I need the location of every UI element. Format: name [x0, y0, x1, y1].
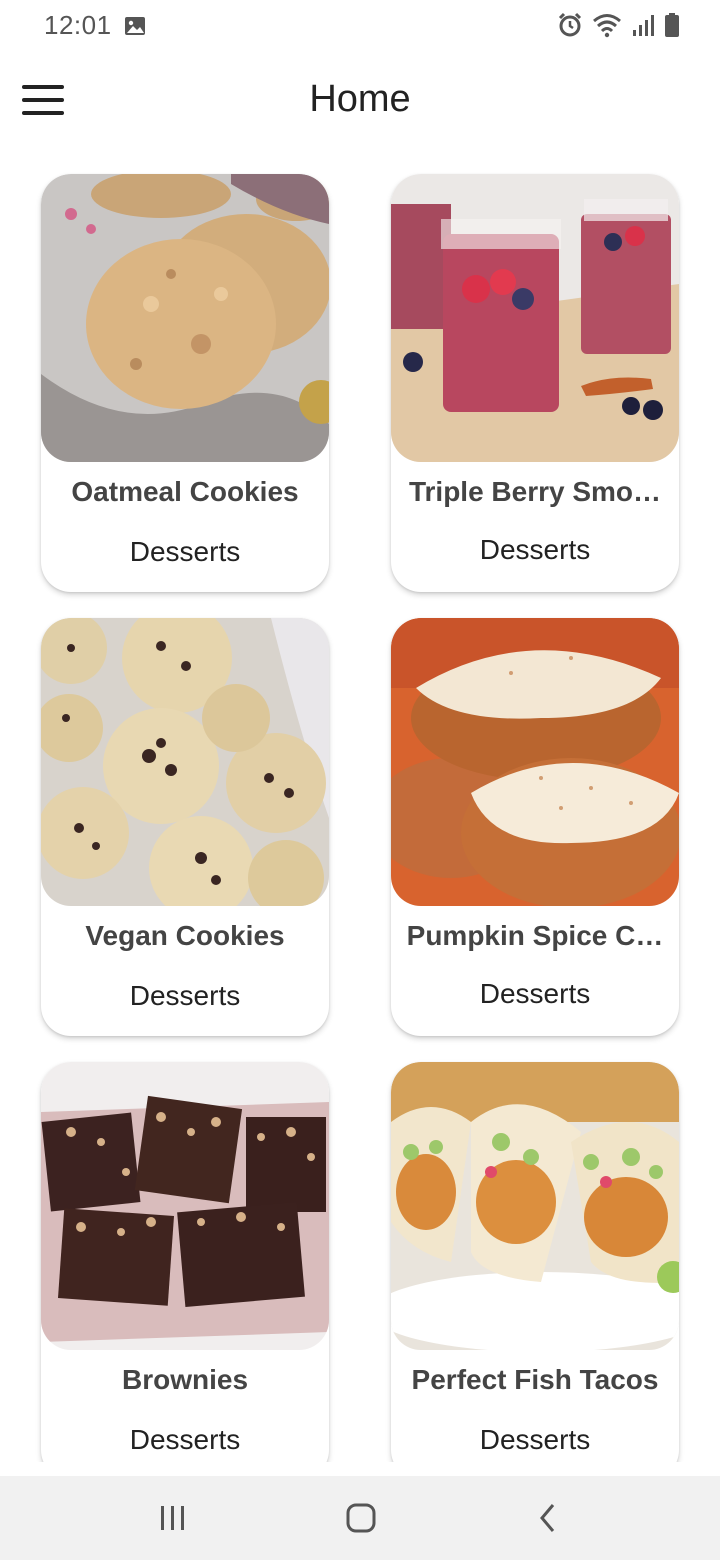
signal-icon [633, 15, 654, 36]
triple-berry-smoothie-photo [391, 174, 679, 462]
recipe-card-triple-berry-smoothie[interactable]: Triple Berry Smo… Desserts [391, 174, 679, 592]
recipe-card-vegan-cookies[interactable]: Vegan Cookies Desserts [41, 618, 329, 1036]
status-time: 12:01 [44, 10, 112, 40]
brownies-photo [41, 1062, 329, 1350]
recipe-category: Desserts [129, 1424, 241, 1455]
recipe-category: Desserts [129, 980, 241, 1011]
app-bar: Home [0, 60, 720, 140]
recent-apps-icon[interactable] [143, 1494, 203, 1542]
battery-icon [665, 13, 679, 37]
recipe-category: Desserts [479, 534, 591, 565]
recipe-card-oatmeal-cookies[interactable]: Oatmeal Cookies Desserts [41, 174, 329, 592]
status-icons [558, 12, 680, 38]
image-icon [125, 17, 145, 35]
recipe-category: Desserts [479, 978, 591, 1009]
pumpkin-spice-cookies-photo [391, 618, 679, 906]
recipe-title: Vegan Cookies [85, 920, 285, 951]
home-icon[interactable] [331, 1494, 391, 1542]
recipe-card-fish-tacos[interactable]: Perfect Fish Tacos Desserts [391, 1062, 679, 1462]
back-icon[interactable] [518, 1494, 578, 1542]
page-title: Home [309, 78, 411, 120]
recipe-grid: Oatmeal Cookies Desserts Triple Berry Sm… [0, 172, 720, 1462]
alarm-icon [558, 12, 582, 37]
recipe-title: Oatmeal Cookies [71, 476, 299, 507]
system-nav-bar [0, 1476, 720, 1560]
fish-tacos-photo [391, 1062, 679, 1350]
wifi-icon [593, 14, 621, 38]
recipe-title: Brownies [121, 1364, 249, 1395]
recipe-card-pumpkin-spice-cookies[interactable]: Pumpkin Spice C… Desserts [391, 618, 679, 1036]
recipe-title: Perfect Fish Tacos [411, 1364, 659, 1395]
oatmeal-cookies-photo [41, 174, 329, 462]
status-bar: 12:01 [0, 0, 720, 54]
recipe-title: Triple Berry Smo… [408, 476, 662, 507]
recipe-card-brownies[interactable]: Brownies Desserts [41, 1062, 329, 1462]
recipe-category: Desserts [479, 1424, 591, 1455]
recipe-category: Desserts [129, 536, 241, 567]
vegan-cookies-photo [41, 618, 329, 906]
recipe-title: Pumpkin Spice C… [406, 920, 664, 951]
